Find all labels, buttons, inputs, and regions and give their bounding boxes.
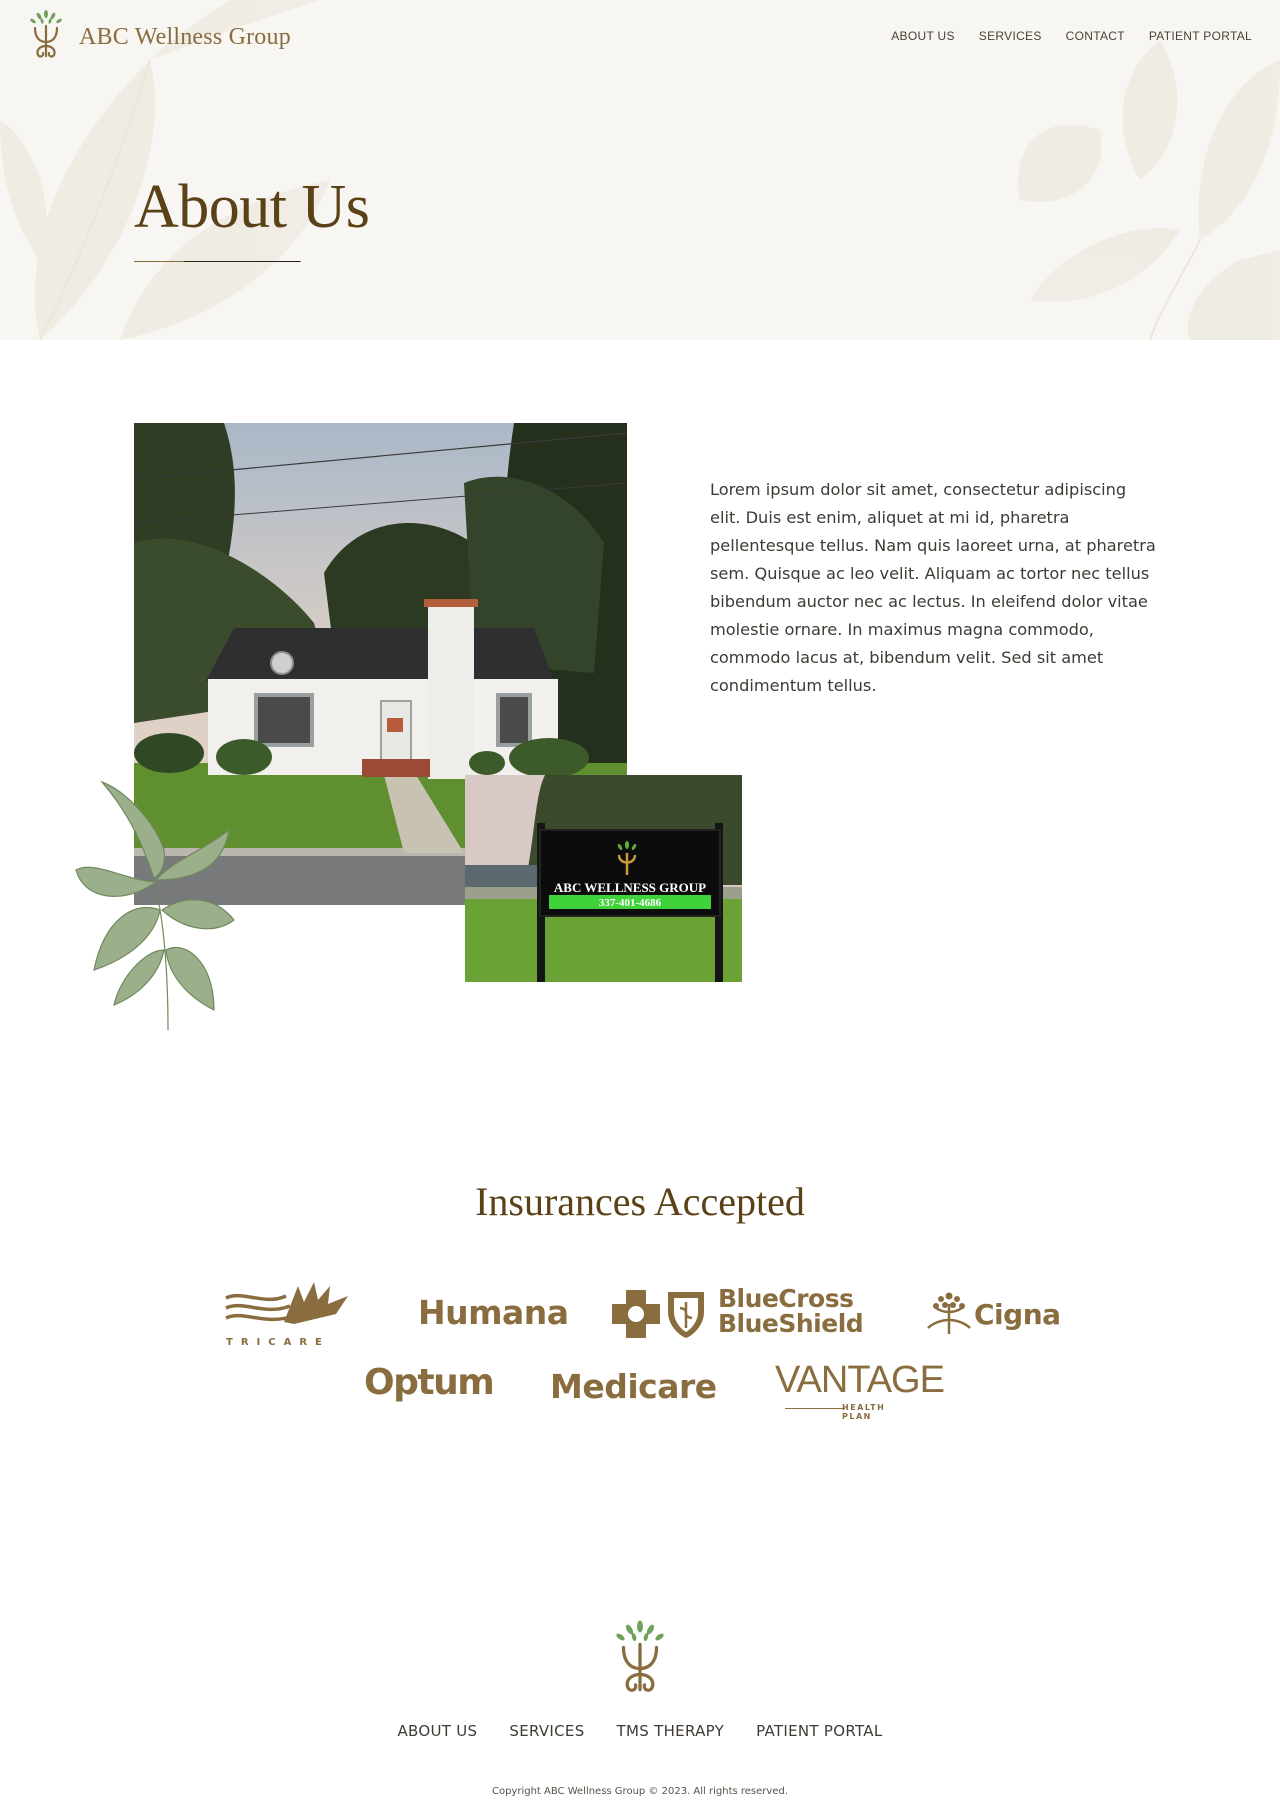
nav-contact[interactable]: CONTACT	[1066, 29, 1125, 43]
footer-nav-patient-portal[interactable]: PATIENT PORTAL	[756, 1722, 882, 1740]
title-underline-accent	[184, 261, 300, 262]
footer-nav: ABOUT US SERVICES TMS THERAPY PATIENT PO…	[0, 1722, 1280, 1740]
tricare-label: TRICARE	[226, 1337, 330, 1348]
vantage-sub-label: HEALTH PLAN	[842, 1403, 886, 1421]
main-nav: ABOUT US SERVICES CONTACT PATIENT PORTAL	[867, 29, 1252, 43]
decorative-plant	[75, 780, 235, 1031]
bcbs-cross-shield-icon	[612, 1290, 704, 1338]
humana-logo: Humana	[418, 1293, 569, 1332]
footer-tree-logo-icon[interactable]	[610, 1620, 670, 1696]
cigna-logo: Cigna	[926, 1290, 1061, 1340]
vantage-rule	[785, 1408, 845, 1409]
hero-header: ABC Wellness Group ABOUT US SERVICES CON…	[0, 0, 1280, 340]
medicare-logo: Medicare	[550, 1367, 717, 1406]
sign-phone: 337-401-4686	[599, 897, 662, 909]
brand[interactable]: ABC Wellness Group	[26, 10, 291, 60]
vantage-logo: VANTAGE HEALTH PLAN	[775, 1359, 945, 1421]
nav-patient-portal[interactable]: PATIENT PORTAL	[1149, 29, 1252, 43]
tricare-logo: TRICARE	[224, 1280, 354, 1350]
sign-name: ABC WELLNESS GROUP	[554, 880, 706, 895]
tricare-emblem-icon	[225, 1282, 348, 1324]
brand-name: ABC Wellness Group	[79, 23, 291, 50]
cigna-tree-icon	[927, 1292, 971, 1334]
nav-services[interactable]: SERVICES	[979, 29, 1042, 43]
tree-logo-icon	[30, 10, 62, 58]
cigna-label: Cigna	[974, 1298, 1061, 1331]
footer-nav-tms-therapy[interactable]: TMS THERAPY	[617, 1722, 725, 1740]
insurance-title: Insurances Accepted	[475, 1179, 805, 1224]
nav-about-us[interactable]: ABOUT US	[891, 29, 955, 43]
about-body-text: Lorem ipsum dolor sit amet, consectetur …	[710, 480, 1156, 695]
bcbs-line2: BlueShield	[718, 1309, 864, 1338]
bcbs-line1: BlueCross	[718, 1284, 854, 1313]
footer-nav-about-us[interactable]: ABOUT US	[397, 1722, 477, 1740]
bluecross-blueshield-logo: BlueCross BlueShield	[612, 1284, 864, 1346]
vantage-label: VANTAGE	[775, 1359, 945, 1401]
copyright-text: Copyright ABC Wellness Group © 2023. All…	[491, 1786, 788, 1797]
office-sign-photo: ABC WELLNESS GROUP 337-401-4686	[465, 775, 742, 982]
page-title: About Us	[134, 173, 370, 241]
footer-nav-services[interactable]: SERVICES	[509, 1722, 584, 1740]
optum-logo: Optum	[364, 1362, 495, 1403]
